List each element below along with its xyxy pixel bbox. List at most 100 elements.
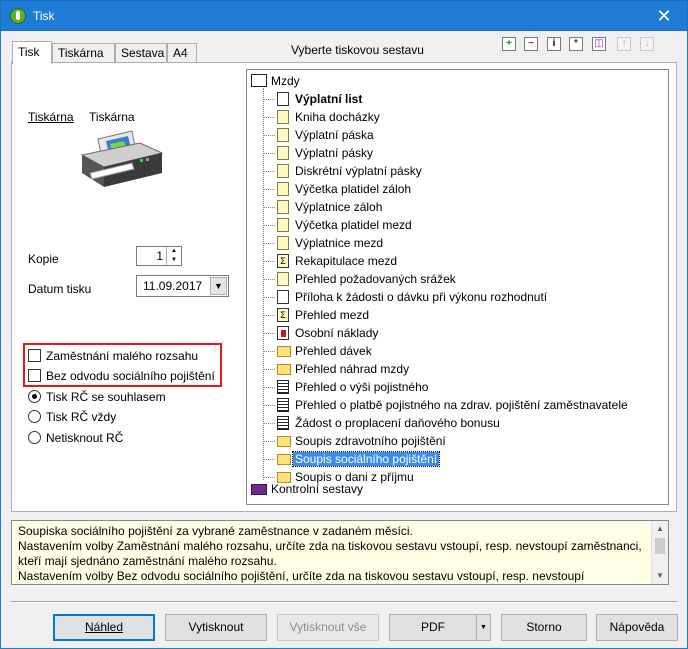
yellow-doc-icon — [277, 272, 289, 286]
tree-item[interactable]: Příloha k žádosti o dávku při výkonu roz… — [277, 288, 657, 306]
chevron-down-icon[interactable]: ▼ — [210, 277, 227, 295]
tree-item[interactable]: Výplatní páska — [277, 126, 657, 144]
yellow-doc-icon — [277, 200, 289, 214]
scroll-down-icon[interactable]: ▼ — [652, 568, 668, 584]
tree-root-mzdy[interactable]: Mzdy — [251, 72, 363, 90]
checkbox-bez-odvodu[interactable]: Bez odvodu sociálního pojištění — [28, 368, 218, 384]
tree-item[interactable]: Přehled požadovaných srážek — [277, 270, 657, 288]
tree-item[interactable]: Diskrétní výplatní pásky — [277, 162, 657, 180]
nahled-button[interactable]: Náhled — [53, 614, 155, 641]
tree-item[interactable]: Výplatní list — [277, 90, 657, 108]
tree-item-label: Příloha k žádosti o dávku při výkonu roz… — [295, 290, 548, 304]
tree-item[interactable]: Soupis sociálního pojištění — [277, 450, 657, 468]
tree-guide-line — [264, 207, 275, 208]
tree-item-label: Přehled dávek — [295, 344, 372, 358]
tree-root-label: Mzdy — [271, 74, 300, 88]
description-line: kteří mají sjednáno zaměstnání malého ro… — [18, 554, 277, 568]
vytisknout-button[interactable]: Vytisknout — [165, 614, 267, 641]
copy-icon[interactable]: ◫ — [592, 37, 606, 51]
radio-tisk-rc-vzdy[interactable]: Tisk RČ vždy — [28, 409, 218, 425]
move-up-icon[interactable]: ↑ — [617, 37, 631, 51]
checkbox-box[interactable] — [28, 349, 41, 362]
tree-item[interactable]: Žádost o proplacení daňového bonusu — [277, 414, 657, 432]
tree-item[interactable]: Σ Přehled mezd — [277, 306, 657, 324]
info-icon[interactable]: i — [547, 37, 561, 51]
tree-item[interactable]: Osobní náklady — [277, 324, 657, 342]
tree-guide-line — [264, 279, 275, 280]
tree-guide-line — [264, 189, 275, 190]
kopie-label: Kopie — [28, 252, 59, 266]
tab-a4[interactable]: A4 — [167, 43, 197, 63]
stepper-buttons[interactable]: ▲ ▼ — [166, 247, 181, 265]
description-scrollbar[interactable]: ▲ ▼ — [651, 521, 668, 584]
kopie-stepper[interactable]: 1 ▲ ▼ — [136, 246, 182, 266]
tree-item[interactable]: Kniha docházky — [277, 108, 657, 126]
tree-guide-line — [264, 387, 275, 388]
tree-item[interactable]: Přehled o platbě pojistného na zdrav. po… — [277, 396, 657, 414]
radio-netisknout-rc[interactable]: Netisknout RČ — [28, 430, 218, 446]
tree-guide-line — [264, 333, 275, 334]
yellow-doc-icon — [277, 110, 289, 124]
radio-circle[interactable] — [28, 410, 41, 423]
tree-item[interactable]: Přehled o výši pojistného — [277, 378, 657, 396]
tree-item[interactable]: Výplatnice mezd — [277, 234, 657, 252]
yellow-doc-icon — [277, 146, 289, 160]
report-icon[interactable]: * — [569, 37, 583, 51]
move-down-icon[interactable]: ↓ — [640, 37, 654, 51]
tree-item[interactable]: Výčetka platidel mezd — [277, 216, 657, 234]
radio-circle[interactable] — [28, 431, 41, 444]
chevron-down-icon[interactable]: ▼ — [476, 615, 490, 640]
tree-item[interactable]: Výplatní pásky — [277, 144, 657, 162]
window-title: Tisk — [33, 9, 55, 23]
tree-item[interactable]: Výplatnice záloh — [277, 198, 657, 216]
title-bar: Tisk ✕ — [0, 0, 688, 31]
printer-link[interactable]: Tiskárna — [28, 110, 74, 124]
tree-root-label: Kontrolní sestavy — [271, 482, 364, 496]
napoveda-button[interactable]: Nápověda — [596, 614, 678, 641]
datum-picker[interactable]: 11.09.2017 ▼ — [136, 275, 229, 297]
radio-label: Netisknout RČ — [46, 431, 124, 445]
tree-item-label: Kniha docházky — [295, 110, 380, 124]
pdf-button[interactable]: PDF ▼ — [389, 614, 491, 641]
button-label: Vytisknout vše — [289, 620, 367, 634]
sestava-caption: Vyberte tiskovou sestavu — [291, 43, 424, 57]
tree-guide-line — [264, 297, 275, 298]
stepper-up-icon[interactable]: ▲ — [167, 247, 181, 256]
vytisknout-vse-button[interactable]: Vytisknout vše — [277, 614, 379, 641]
folder-icon — [277, 454, 291, 465]
tab-tisk[interactable]: Tisk — [12, 41, 52, 64]
description-line: Soupiska sociálního pojištění za vybrané… — [18, 524, 413, 538]
add-icon[interactable]: + — [502, 37, 516, 51]
report-tree[interactable]: Mzdy Výplatní list Kniha docházky Výplatní… — [246, 69, 669, 505]
separator — [11, 601, 677, 603]
datum-label: Datum tisku — [28, 282, 92, 296]
yellow-doc-icon — [277, 182, 289, 196]
tab-sestava[interactable]: Sestava — [115, 43, 167, 63]
tab-tiskarna[interactable]: Tiskárna — [52, 43, 115, 63]
checkbox-label: Zaměstnání malého rozsahu — [46, 349, 199, 363]
tree-item[interactable]: Přehled dávek — [277, 342, 657, 360]
remove-icon[interactable]: − — [524, 37, 538, 51]
tree-guide-line — [264, 225, 275, 226]
checkbox-box[interactable] — [28, 369, 41, 382]
storno-button[interactable]: Storno — [501, 614, 587, 641]
close-icon[interactable]: ✕ — [645, 3, 683, 29]
checkbox-zamestnani-maleho-rozsahu[interactable]: Zaměstnání malého rozsahu — [28, 348, 218, 364]
lines-doc-icon — [277, 416, 289, 430]
tree-item[interactable]: Σ Rekapitulace mezd — [277, 252, 657, 270]
radio-tisk-rc-se-souhlasem[interactable]: Tisk RČ se souhlasem — [28, 389, 218, 405]
stepper-down-icon[interactable]: ▼ — [167, 256, 181, 265]
tree-item[interactable]: Soupis zdravotního pojištění — [277, 432, 657, 450]
book-icon — [251, 484, 267, 495]
scroll-up-icon[interactable]: ▲ — [652, 521, 668, 537]
scroll-thumb[interactable] — [655, 538, 665, 554]
tree-item[interactable]: Výčetka platidel záloh — [277, 180, 657, 198]
tree-item-label: Soupis sociálního pojištění — [291, 451, 441, 467]
tree-item-label: Přehled o výši pojistného — [295, 380, 429, 394]
tree-guide-line — [264, 171, 275, 172]
button-label: Nápověda — [609, 620, 665, 634]
radio-circle[interactable] — [28, 390, 41, 403]
tree-guide-line — [264, 423, 275, 424]
tree-root-kontrolni-sestavy[interactable]: Kontrolní sestavy — [251, 480, 423, 498]
tree-item[interactable]: Přehled náhrad mzdy — [277, 360, 657, 378]
